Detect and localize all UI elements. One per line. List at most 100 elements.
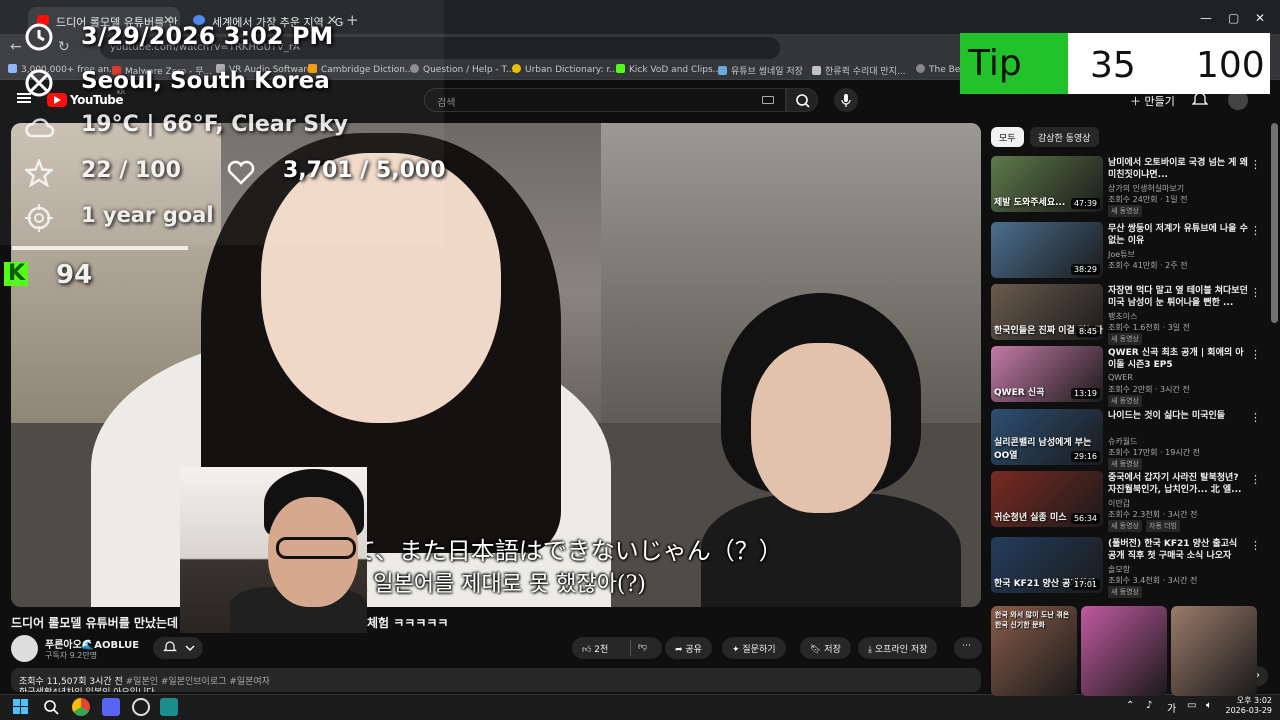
recommendation-channel[interactable]: QWER [1108, 373, 1133, 382]
recommendation-meta: 조회수 2.3천회 · 3시간 전 [1108, 510, 1198, 519]
more-options-icon[interactable]: ⋮ [1250, 473, 1261, 486]
recommendation-item[interactable]: QWER 신곡 13:19 QWER 신곡 최초 공개 | 회애의 아이돌 시즌3 … [991, 346, 1271, 407]
recommendation-title[interactable]: QWER 신곡 최초 공개 | 회애의 아이돌 시즌3 EP5 [1108, 347, 1248, 371]
bookmark-item[interactable]: Urban Dictionary: r... [512, 64, 618, 75]
taskbar-search-icon[interactable] [42, 698, 60, 716]
chrome-icon[interactable] [72, 698, 90, 716]
video-thumbnail[interactable]: 38:29 [991, 222, 1103, 278]
recommendation-title[interactable]: 자장면 먹다 말고 옆 테이블 쳐다보던 미국 남성이 눈 튀어나올 뻔한 ..… [1108, 285, 1248, 309]
video-thumbnail[interactable]: 한국인들은 진짜 이걸 먹는다 8:45 [991, 284, 1103, 340]
recommendation-item[interactable]: 한국 KF21 양산 공개하자 17:01 (풀버전) 한국 KF21 양산 출고식… [991, 537, 1271, 598]
overlay-heart-goal: 3,701 / 5,000 [283, 158, 446, 183]
chip-all[interactable]: 모두 [991, 127, 1024, 147]
bookmark-item[interactable]: 유튜브 썸네일 저장 [718, 64, 803, 77]
bookmark-icon [812, 66, 821, 75]
more-options-icon[interactable]: ⋮ [1250, 286, 1261, 299]
windows-start-icon[interactable] [12, 698, 30, 716]
bookmark-icon [512, 64, 521, 73]
volume-icon[interactable]: 🔈︎ [1206, 700, 1212, 711]
recommendation-title[interactable]: 중국에서 갑자기 사라진 탈북청년? 자진월북인가, 납치인가... 北 엘..… [1108, 472, 1248, 496]
recommendation-item[interactable]: 실리콘밸리 남성에게 부는 OO열 29:16 나이드는 것이 싫다는 미국인들슈카… [991, 409, 1271, 470]
channel-name[interactable]: 푸른아오🌊AOBLUE [45, 636, 139, 651]
webcam-overlay [180, 467, 367, 633]
more-options-icon[interactable]: ⋮ [1250, 411, 1261, 424]
duration-badge: 29:16 [1070, 451, 1100, 462]
recommendation-channel[interactable]: 솔모항 [1108, 564, 1130, 575]
subtitle-korean: 또 일본어를 제대로 못 했잖아(?) [346, 572, 646, 597]
target-icon [25, 204, 53, 232]
save-button[interactable]: 🔖︎ 저장 [800, 637, 851, 659]
bell-chevron-icon [163, 641, 195, 652]
search-input[interactable]: 검색 [424, 88, 786, 112]
share-button[interactable]: ➦ 공유 [665, 637, 712, 659]
video-thumbnail[interactable]: 귀순청년 실종 미스 56:34 [991, 471, 1103, 527]
more-options-icon[interactable]: ⋮ [1250, 539, 1261, 552]
recommendation-meta: 조회수 2만회 · 3시간 전 [1108, 385, 1190, 394]
recommendation-channel[interactable]: 슈카월드 [1108, 436, 1137, 447]
obs-icon[interactable] [132, 698, 150, 716]
ask-button[interactable]: ✦ 질문하기 [722, 637, 786, 659]
tip-label: Tip [960, 33, 1068, 94]
bookmark-item[interactable]: 한류퀵 수리대 만지... [812, 64, 906, 77]
more-actions-button[interactable]: ⋯ [954, 637, 982, 659]
video-thumbnail[interactable]: 실리콘밸리 남성에게 부는 OO열 29:16 [991, 409, 1103, 465]
auto-dub-badge: 자동 더빙 [1146, 520, 1180, 532]
recommendation-title[interactable]: (풀버전) 한국 KF21 양산 출고식 공개 직후 첫 구매국 소식 나오자 … [1108, 538, 1248, 562]
recommendation-channel[interactable]: 팽초이스 [1108, 311, 1137, 322]
download-button[interactable]: ⤓ 오프라인 저장 [858, 637, 938, 659]
recommendation-title[interactable]: 나이드는 것이 싫다는 미국인들 [1108, 410, 1248, 422]
duration-badge: 47:39 [1070, 198, 1100, 209]
recommendation-channel[interactable]: 이만갑 [1108, 498, 1130, 509]
scrollbar[interactable] [1271, 123, 1278, 323]
recommendation-title[interactable]: 무산 쌍둥이 저계가 유튜브에 나올 수 없는 이유 [1108, 223, 1248, 247]
more-options-icon[interactable]: ⋮ [1250, 348, 1261, 361]
like-icon[interactable]: 👍︎ [582, 645, 594, 655]
more-options-icon[interactable]: ⋮ [1250, 158, 1261, 171]
globe-icon [25, 69, 53, 97]
recommendation-item[interactable]: 한국인들은 진짜 이걸 먹는다 8:45 자장면 먹다 말고 옆 테이블 쳐다보던 … [991, 284, 1271, 345]
recommendation-item[interactable]: 제발 도와주세요... 47:39 남미에서 오토바이로 국경 넘는 게 왜 미친짓… [991, 156, 1271, 217]
dislike-icon[interactable]: 👎︎ [638, 642, 647, 652]
recommendation-item[interactable]: 38:29 무산 쌍둥이 저계가 유튜브에 나올 수 없는 이유 Joe튜브 조회수 … [991, 222, 1271, 282]
close-window-icon[interactable]: ✕ [1255, 11, 1265, 25]
keyboard-icon[interactable] [762, 96, 774, 104]
recommendation-channel[interactable]: Joe튜브 [1108, 249, 1135, 260]
tray-clock[interactable]: 오후 3:02 2026-03-29 [1224, 696, 1273, 716]
mic-icon [841, 94, 851, 107]
new-video-badge: 새 동영상 [1108, 586, 1142, 598]
app-icon[interactable] [160, 698, 178, 716]
taskbar [0, 694, 1280, 720]
duration-badge: 38:29 [1070, 264, 1100, 275]
shorts-item[interactable]: 한국 와서 많이 도난 겪은 한국 신기한 문화 [991, 606, 1077, 696]
overlay-weather: 19°C | 66°F, Clear Sky [81, 112, 349, 137]
search-button[interactable] [786, 88, 818, 112]
voice-search-button[interactable] [834, 88, 858, 112]
ime-indicator[interactable]: 가 [1167, 700, 1176, 715]
channel-avatar[interactable] [11, 635, 38, 662]
like-dislike-group: 👍︎ 2천 👎︎ [572, 637, 662, 659]
tray-app-icon[interactable]: ♪ [1146, 700, 1152, 711]
network-icon[interactable]: ▭ [1187, 700, 1196, 711]
minimize-icon[interactable]: — [1200, 11, 1212, 25]
recommendation-title[interactable]: 남미에서 오토바이로 국경 넘는 게 왜 미친짓이냐면... [1108, 157, 1248, 181]
discord-icon[interactable] [102, 698, 120, 716]
recommendation-item[interactable]: 귀순청년 실종 미스 56:34 중국에서 갑자기 사라진 탈북청년? 자진월북인가… [991, 471, 1271, 532]
duration-badge: 8:45 [1076, 326, 1100, 337]
video-thumbnail[interactable]: 한국 KF21 양산 공개하자 17:01 [991, 537, 1103, 593]
like-count[interactable]: 2천 [594, 645, 608, 655]
maximize-icon[interactable]: ▢ [1228, 11, 1239, 25]
subscribed-button[interactable] [153, 637, 203, 659]
video-thumbnail[interactable]: 제발 도와주세요... 47:39 [991, 156, 1103, 212]
overlay-year-goal: 1 year goal [81, 203, 214, 227]
tip-current: 35 [1090, 45, 1136, 86]
bookmark-item[interactable]: Kick VoD and Clips... [616, 64, 721, 75]
chip-watched[interactable]: 감상한 동영상 [1030, 127, 1099, 147]
recommendation-channel[interactable]: 상가의 인생허실마보기 [1108, 183, 1184, 194]
video-thumbnail[interactable]: QWER 신곡 13:19 [991, 346, 1103, 402]
tray-chevron-icon[interactable]: ⌃ [1126, 700, 1134, 711]
more-options-icon[interactable]: ⋮ [1250, 224, 1261, 237]
download-icon: ⤓ [868, 645, 875, 655]
description-text: 한국생활4년차인 일본인 아오입니다. [19, 685, 158, 692]
shorts-item[interactable] [1081, 606, 1167, 696]
shorts-item[interactable] [1171, 606, 1257, 696]
